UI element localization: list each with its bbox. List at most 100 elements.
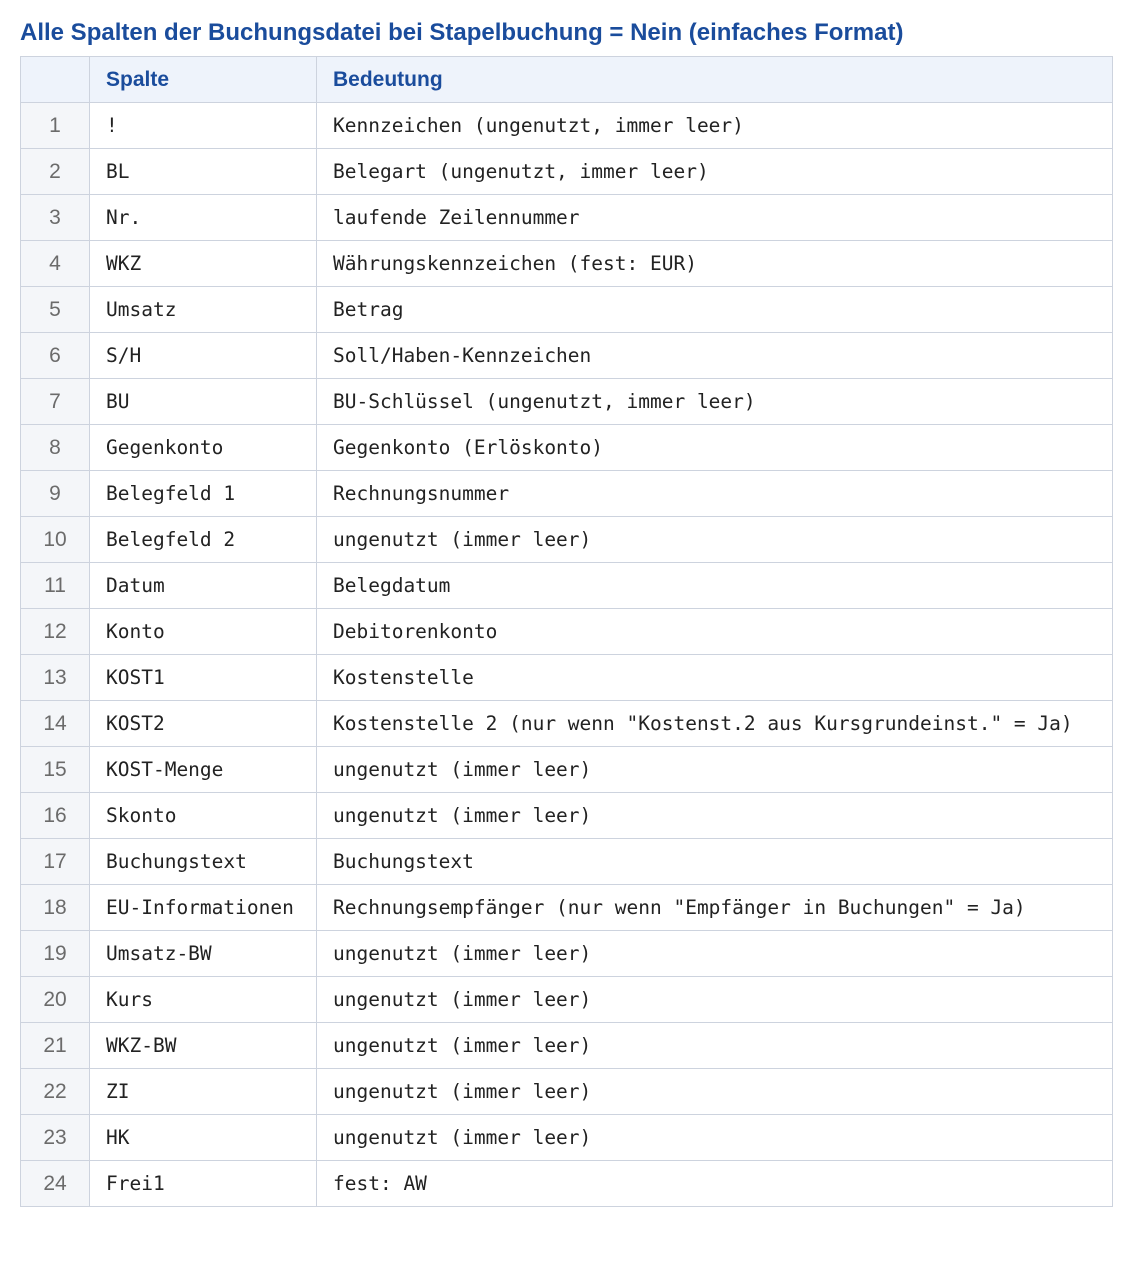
- column-name: EU-Informationen: [89, 884, 317, 931]
- column-name: Nr.: [89, 194, 317, 241]
- table-row: 3 Nr. laufende Zeilennummer: [20, 194, 1113, 241]
- column-meaning: ungenutzt (immer leer): [316, 746, 1113, 793]
- column-name: KOST-Menge: [89, 746, 317, 793]
- row-number: 16: [20, 792, 90, 839]
- header-spalte: Spalte: [89, 56, 317, 103]
- row-number: 17: [20, 838, 90, 885]
- row-number: 19: [20, 930, 90, 977]
- row-number: 24: [20, 1160, 90, 1207]
- column-meaning: Debitorenkonto: [316, 608, 1113, 655]
- table-row: 1! Kennzeichen (ungenutzt, immer leer): [20, 102, 1113, 149]
- column-name: KOST2: [89, 700, 317, 747]
- column-name: Buchungstext: [89, 838, 317, 885]
- table-row: 18 EU-Informationen Rechnungsempfänger (nu…: [20, 884, 1113, 931]
- column-meaning: laufende Zeilennummer: [316, 194, 1113, 241]
- table-row: 15 KOST-Menge ungenutzt (immer leer): [20, 746, 1113, 793]
- column-meaning: Kostenstelle: [316, 654, 1113, 701]
- table-header: Spalte Bedeutung: [20, 56, 1113, 103]
- table-row: 11 Datum Belegdatum: [20, 562, 1113, 609]
- row-number: 14: [20, 700, 90, 747]
- column-name: WKZ-BW: [89, 1022, 317, 1069]
- table-row: 10 Belegfeld 2 ungenutzt (immer leer): [20, 516, 1113, 563]
- column-name: !: [89, 102, 317, 149]
- row-number: 11: [20, 562, 90, 609]
- column-meaning: BU-Schlüssel (ungenutzt, immer leer): [316, 378, 1113, 425]
- table-row: 20 Kurs ungenutzt (immer leer): [20, 976, 1113, 1023]
- column-meaning: Währungskennzeichen (fest: EUR): [316, 240, 1113, 287]
- table-row: 23 HK ungenutzt (immer leer): [20, 1114, 1113, 1161]
- column-name: Datum: [89, 562, 317, 609]
- column-name: Belegfeld 1: [89, 470, 317, 517]
- row-number: 10: [20, 516, 90, 563]
- row-number: 13: [20, 654, 90, 701]
- column-meaning: ungenutzt (immer leer): [316, 516, 1113, 563]
- column-meaning: Gegenkonto (Erlöskonto): [316, 424, 1113, 471]
- column-meaning: Rechnungsempfänger (nur wenn "Empfänger …: [316, 884, 1113, 931]
- row-number: 8: [20, 424, 90, 471]
- column-meaning: Betrag: [316, 286, 1113, 333]
- row-number: 20: [20, 976, 90, 1023]
- row-number: 5: [20, 286, 90, 333]
- table-row: 21 WKZ-BW ungenutzt (immer leer): [20, 1022, 1113, 1069]
- column-name: Umsatz-BW: [89, 930, 317, 977]
- column-meaning: ungenutzt (immer leer): [316, 1022, 1113, 1069]
- column-name: HK: [89, 1114, 317, 1161]
- column-name: Belegfeld 2: [89, 516, 317, 563]
- table-row: 24 Frei1 fest: AW: [20, 1160, 1113, 1207]
- row-number: 1: [20, 102, 90, 149]
- column-name: Skonto: [89, 792, 317, 839]
- column-meaning: Kennzeichen (ungenutzt, immer leer): [316, 102, 1113, 149]
- column-meaning: Belegart (ungenutzt, immer leer): [316, 148, 1113, 195]
- table-row: 14 KOST2 Kostenstelle 2 (nur wenn "Kostens…: [20, 700, 1113, 747]
- table-row: 2 BL Belegart (ungenutzt, immer leer): [20, 148, 1113, 195]
- row-number: 6: [20, 332, 90, 379]
- table-row: 13 KOST1 Kostenstelle: [20, 654, 1113, 701]
- column-meaning: Belegdatum: [316, 562, 1113, 609]
- header-number: [20, 56, 90, 103]
- column-name: Frei1: [89, 1160, 317, 1207]
- column-name: BL: [89, 148, 317, 195]
- row-number: 18: [20, 884, 90, 931]
- column-name: KOST1: [89, 654, 317, 701]
- page-title: Alle Spalten der Buchungsdatei bei Stape…: [20, 19, 904, 46]
- column-meaning: ungenutzt (immer leer): [316, 1114, 1113, 1161]
- table-row: 5 Umsatz Betrag: [20, 286, 1113, 333]
- column-meaning: Kostenstelle 2 (nur wenn "Kostenst.2 aus…: [316, 700, 1113, 747]
- columns-table: Spalte Bedeutung 1! Kennzeichen (ungenutz…: [20, 56, 1113, 1207]
- row-number: 3: [20, 194, 90, 241]
- column-name: ZI: [89, 1068, 317, 1115]
- column-name: Kurs: [89, 976, 317, 1023]
- table-row: 12 Konto Debitorenkonto: [20, 608, 1113, 655]
- table-row: 19 Umsatz-BW ungenutzt (immer leer): [20, 930, 1113, 977]
- row-number: 23: [20, 1114, 90, 1161]
- table-row: 9 Belegfeld 1 Rechnungsnummer: [20, 470, 1113, 517]
- table-row: 16 Skonto ungenutzt (immer leer): [20, 792, 1113, 839]
- row-number: 7: [20, 378, 90, 425]
- column-name: S/H: [89, 332, 317, 379]
- column-meaning: ungenutzt (immer leer): [316, 930, 1113, 977]
- table-row: 22 ZI ungenutzt (immer leer): [20, 1068, 1113, 1115]
- table-body: 1! Kennzeichen (ungenutzt, immer leer) 2 BL…: [20, 102, 1113, 1207]
- row-number: 15: [20, 746, 90, 793]
- header-row: Spalte Bedeutung: [20, 56, 1113, 103]
- row-number: 21: [20, 1022, 90, 1069]
- column-meaning: ungenutzt (immer leer): [316, 1068, 1113, 1115]
- column-meaning: ungenutzt (immer leer): [316, 792, 1113, 839]
- row-number: 2: [20, 148, 90, 195]
- row-number: 4: [20, 240, 90, 287]
- row-number: 9: [20, 470, 90, 517]
- table-row: 4 WKZ Währungskennzeichen (fest: EUR): [20, 240, 1113, 287]
- column-meaning: Soll/Haben-Kennzeichen: [316, 332, 1113, 379]
- column-meaning: fest: AW: [316, 1160, 1113, 1207]
- column-name: Umsatz: [89, 286, 317, 333]
- column-name: Konto: [89, 608, 317, 655]
- table-row: 6 S/H Soll/Haben-Kennzeichen: [20, 332, 1113, 379]
- column-name: BU: [89, 378, 317, 425]
- table-row: 17 Buchungstext Buchungstext: [20, 838, 1113, 885]
- table-row: 7 BU BU-Schlüssel (ungenutzt, immer leer): [20, 378, 1113, 425]
- row-number: 12: [20, 608, 90, 655]
- column-name: Gegenkonto: [89, 424, 317, 471]
- column-meaning: ungenutzt (immer leer): [316, 976, 1113, 1023]
- column-name: WKZ: [89, 240, 317, 287]
- table-row: 8 Gegenkonto Gegenkonto (Erlöskonto): [20, 424, 1113, 471]
